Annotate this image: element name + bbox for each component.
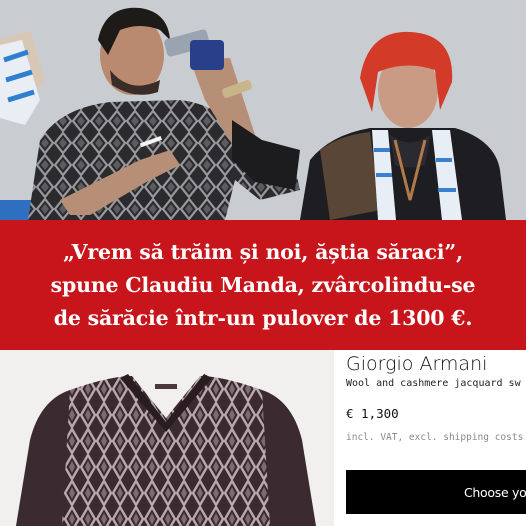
product-brand[interactable]: Giorgio Armani xyxy=(346,353,487,375)
choose-size-button[interactable]: Choose you xyxy=(346,470,526,514)
caption-banner: „Vrem să trăim și noi, ăștia săraci”, sp… xyxy=(0,220,526,350)
product-description: Wool and cashmere jacquard sw xyxy=(346,378,521,389)
crowd-photo-illustration xyxy=(0,0,526,220)
caption-line-3: de sărăcie într-un pulover de 1300 €. xyxy=(53,305,473,330)
product-info: Giorgio Armani Wool and cashmere jacquar… xyxy=(346,350,526,526)
product-listing: Giorgio Armani Wool and cashmere jacquar… xyxy=(0,350,526,526)
caption-line-2: spune Claudiu Manda, zvârcolindu-se xyxy=(50,272,476,297)
product-price: € 1,300 xyxy=(346,406,399,421)
sweater-illustration xyxy=(0,350,334,526)
tax-note: incl. VAT, excl. shipping costs xyxy=(346,432,524,443)
caption-line-1: „Vrem să trăim și noi, ăștia săraci”, xyxy=(63,239,463,264)
news-photo xyxy=(0,0,526,220)
product-image[interactable] xyxy=(0,350,334,526)
